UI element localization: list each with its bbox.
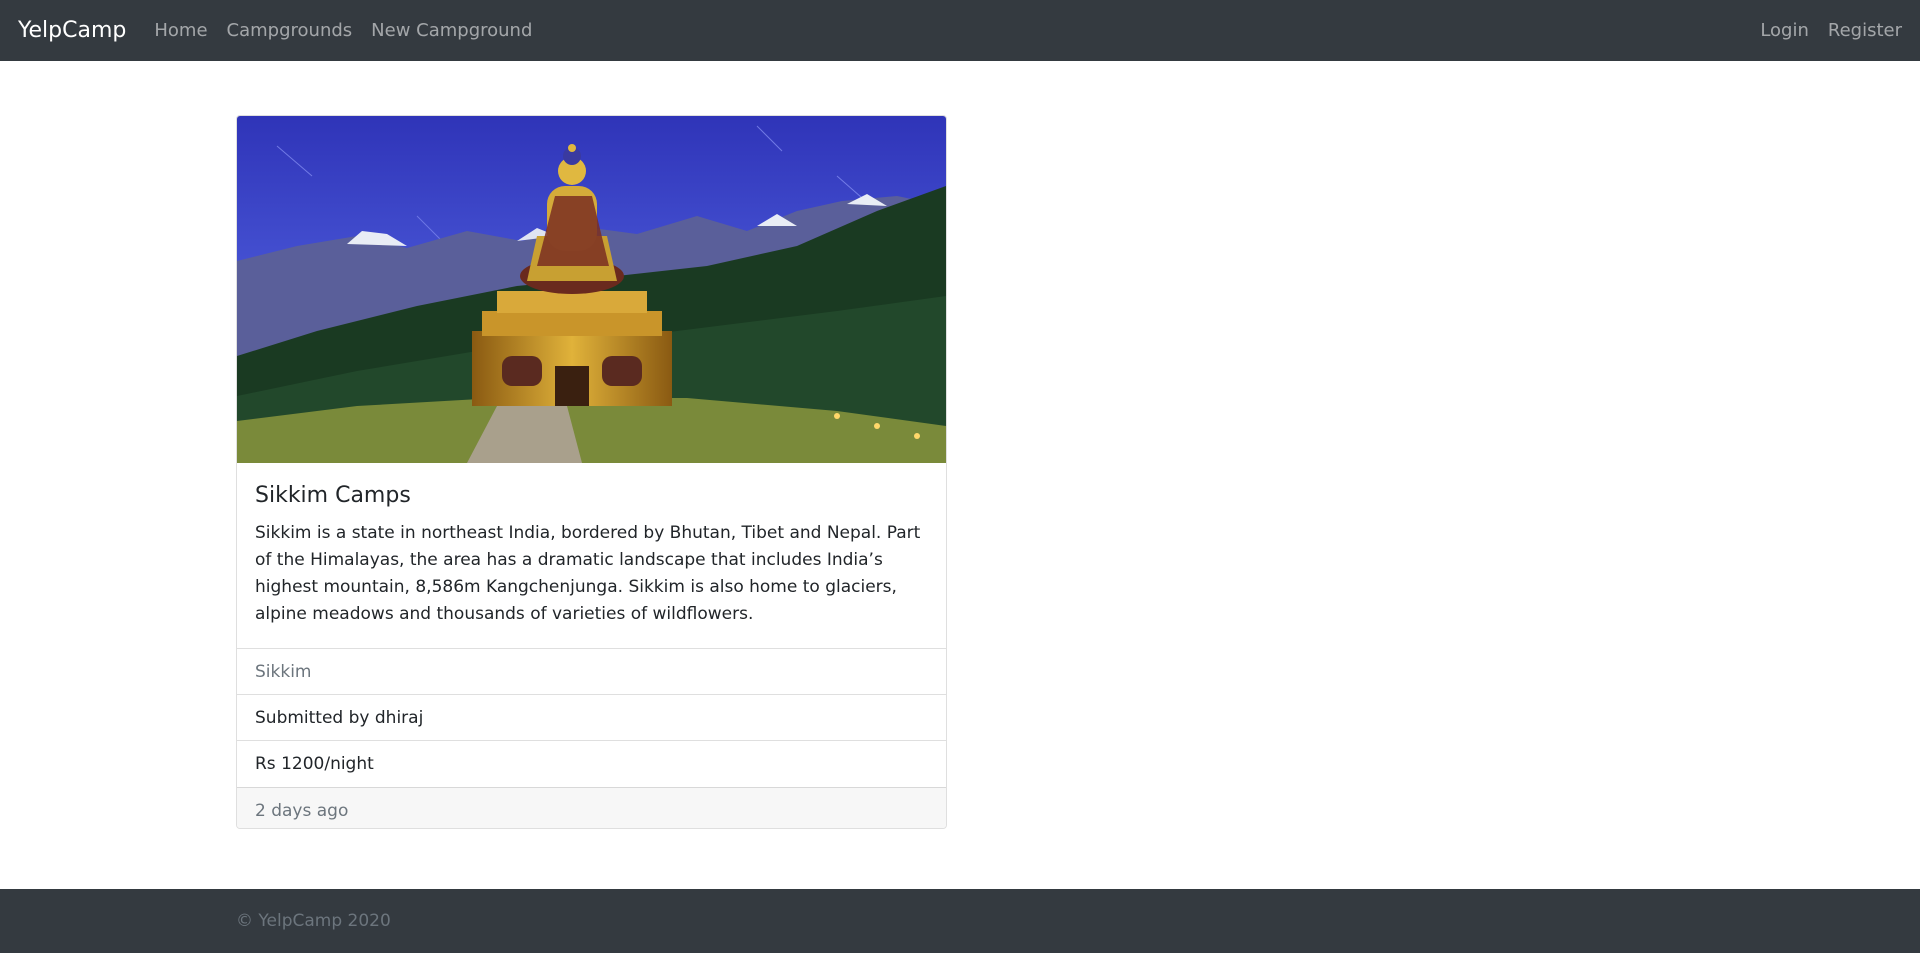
campground-description: Sikkim is a state in northeast India, bo… bbox=[255, 523, 921, 624]
campground-price: Rs 1200/night bbox=[255, 754, 374, 774]
brand-link[interactable]: YelpCamp bbox=[18, 18, 126, 43]
card-body: Sikkim Camps Sikkim is a state in northe… bbox=[237, 463, 946, 648]
campground-author: Submitted by dhiraj bbox=[237, 695, 946, 741]
navbar: YelpCamp Home Campgrounds New Campground… bbox=[0, 0, 1920, 61]
nav-link-campgrounds[interactable]: Campgrounds bbox=[227, 20, 353, 41]
nav-link-login[interactable]: Login bbox=[1760, 20, 1809, 41]
nav-link-home[interactable]: Home bbox=[154, 20, 207, 41]
campground-title: Sikkim Camps bbox=[255, 483, 411, 508]
footer-copyright: © YelpCamp 2020 bbox=[236, 911, 391, 931]
campground-details: Sikkim Submitted by dhiraj Rs 1200/night bbox=[237, 648, 946, 787]
campground-location: Sikkim bbox=[237, 649, 946, 695]
page-footer: © YelpCamp 2020 bbox=[0, 889, 1920, 953]
nav-link-new-campground[interactable]: New Campground bbox=[371, 20, 532, 41]
nav-auth-links: Login Register bbox=[1741, 20, 1902, 41]
card-footer-timestamp: 2 days ago bbox=[237, 787, 946, 828]
campground-card: Sikkim Camps Sikkim is a state in northe… bbox=[236, 115, 947, 829]
nav-links: Home Campgrounds New Campground bbox=[154, 20, 551, 41]
campground-image bbox=[237, 116, 946, 463]
nav-link-register[interactable]: Register bbox=[1828, 20, 1902, 41]
